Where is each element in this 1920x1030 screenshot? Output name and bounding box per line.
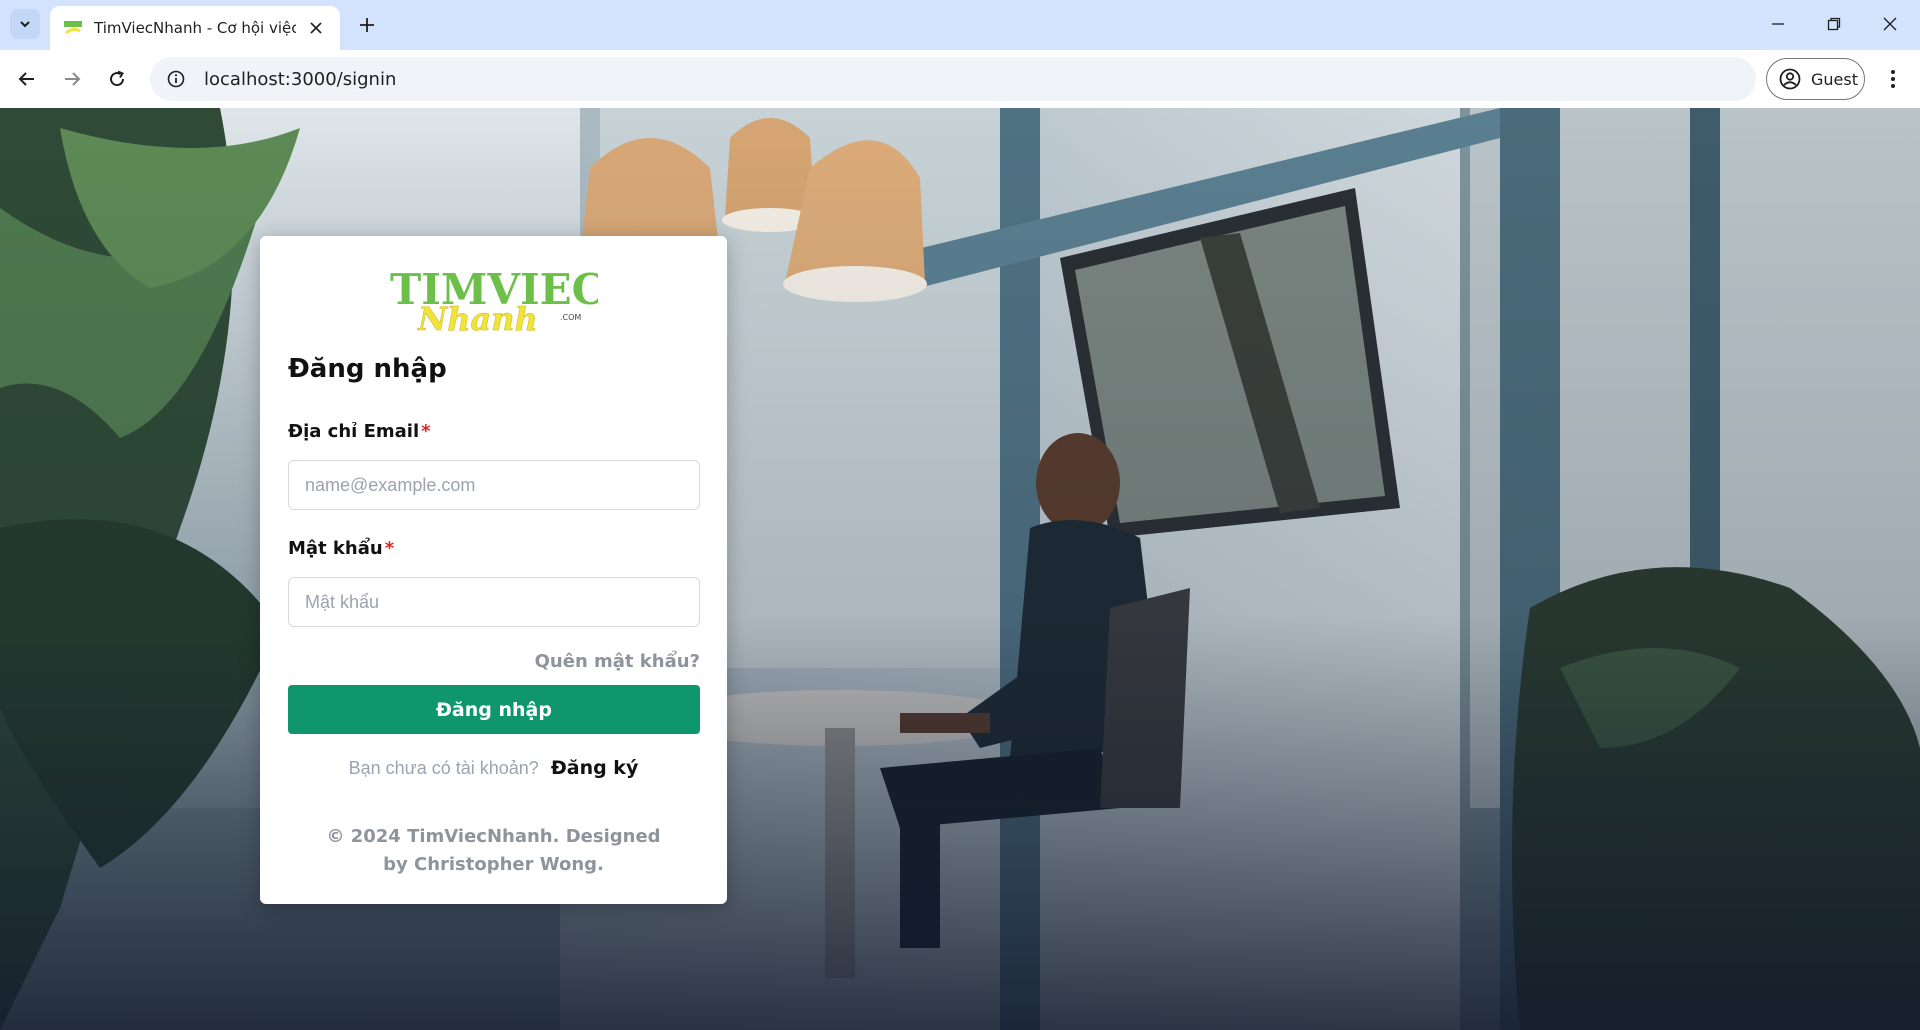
close-window-button[interactable] bbox=[1862, 0, 1918, 48]
email-label-text: Địa chỉ Email bbox=[288, 421, 420, 442]
password-label-text: Mật khẩu bbox=[288, 538, 383, 559]
minimize-icon bbox=[1772, 23, 1784, 25]
more-vertical-icon bbox=[1891, 70, 1895, 88]
forgot-password-link[interactable]: Quên mật khẩu? bbox=[535, 651, 700, 672]
signup-row: Bạn chưa có tài khoản? Đăng ký bbox=[260, 757, 727, 779]
new-tab-button[interactable] bbox=[352, 10, 382, 40]
signin-button[interactable]: Đăng nhập bbox=[288, 685, 700, 734]
profile-button[interactable]: Guest bbox=[1766, 58, 1865, 100]
profile-label: Guest bbox=[1811, 69, 1858, 89]
page-viewport: TIMVIEC Nhanh .COM Đăng nhập Địa chỉ Ema… bbox=[0, 108, 1920, 1030]
password-label: Mật khẩu * bbox=[288, 538, 394, 559]
forward-button[interactable] bbox=[55, 62, 89, 96]
reload-button[interactable] bbox=[100, 62, 134, 96]
favicon-icon bbox=[62, 17, 84, 39]
address-bar[interactable]: localhost:3000/signin bbox=[150, 57, 1756, 101]
chevron-down-icon bbox=[20, 21, 30, 28]
signup-link[interactable]: Đăng ký bbox=[551, 757, 639, 779]
active-tab[interactable]: TimViecNhanh - Cơ hội việc làm bbox=[50, 6, 340, 50]
browser-menu-button[interactable] bbox=[1876, 62, 1910, 96]
email-field[interactable] bbox=[288, 460, 700, 510]
required-mark: * bbox=[384, 538, 395, 559]
footer-copyright: © 2024 TimViecNhanh. Designed by Christo… bbox=[326, 826, 661, 875]
required-mark: * bbox=[421, 421, 431, 442]
arrow-left-icon bbox=[18, 72, 34, 86]
tab-close-icon[interactable] bbox=[304, 16, 328, 40]
site-info-icon[interactable] bbox=[162, 65, 190, 93]
back-button[interactable] bbox=[10, 62, 44, 96]
email-label: Địa chỉ Email * bbox=[288, 421, 431, 442]
restore-icon bbox=[1827, 17, 1841, 31]
timviecnhanh-logo: TIMVIEC Nhanh .COM bbox=[390, 265, 598, 338]
tab-title: TimViecNhanh - Cơ hội việc làm bbox=[94, 19, 296, 37]
browser-toolbar: localhost:3000/signin Guest bbox=[0, 50, 1920, 108]
url-text[interactable]: localhost:3000/signin bbox=[204, 69, 396, 90]
restore-button[interactable] bbox=[1806, 0, 1862, 48]
browser-tab-strip: TimViecNhanh - Cơ hội việc làm bbox=[0, 0, 1920, 50]
signin-card: TIMVIEC Nhanh .COM Đăng nhập Địa chỉ Ema… bbox=[260, 236, 727, 904]
svg-text:Nhanh: Nhanh bbox=[417, 300, 538, 338]
close-icon bbox=[1883, 17, 1897, 31]
signup-prompt: Bạn chưa có tài khoản? bbox=[348, 758, 539, 778]
minimize-button[interactable] bbox=[1750, 0, 1806, 48]
plus-icon bbox=[360, 18, 374, 32]
page-title: Đăng nhập bbox=[288, 354, 447, 384]
tab-search-button[interactable] bbox=[10, 9, 40, 39]
svg-text:.COM: .COM bbox=[560, 313, 581, 322]
reload-icon bbox=[110, 70, 125, 87]
password-field[interactable] bbox=[288, 577, 700, 627]
account-circle-icon bbox=[1779, 68, 1801, 90]
arrow-right-icon bbox=[65, 72, 81, 86]
